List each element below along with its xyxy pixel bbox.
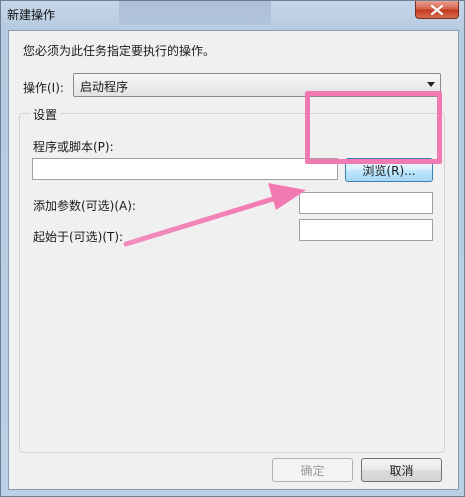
browse-button[interactable]: 浏览(R)... bbox=[345, 158, 433, 182]
start-in-label: 起始于(可选)(T): bbox=[33, 230, 124, 244]
background-window-blur bbox=[119, 1, 271, 25]
ok-button[interactable]: 确定 bbox=[272, 458, 353, 482]
cancel-button[interactable]: 取消 bbox=[361, 458, 442, 482]
close-icon bbox=[431, 4, 443, 15]
settings-group-label: 设置 bbox=[30, 106, 61, 123]
title-bar[interactable]: 新建操作 bbox=[1, 1, 464, 29]
action-dropdown[interactable]: 启动程序 bbox=[73, 73, 441, 97]
program-input[interactable] bbox=[32, 158, 338, 180]
start-in-input[interactable] bbox=[299, 219, 433, 241]
program-label: 程序或脚本(P): bbox=[33, 140, 114, 154]
args-label: 添加参数(可选)(A): bbox=[33, 199, 136, 213]
instruction-text: 您必须为此任务指定要执行的操作。 bbox=[23, 44, 216, 58]
window-title: 新建操作 bbox=[7, 8, 56, 22]
dialog-window: 新建操作 您必须为此任务指定要执行的操作。 操作(I): 启动程序 设置 程序或… bbox=[0, 0, 465, 497]
action-label: 操作(I): bbox=[23, 81, 64, 95]
args-input[interactable] bbox=[299, 192, 433, 214]
close-button[interactable] bbox=[415, 1, 459, 19]
chevron-down-icon bbox=[427, 82, 435, 87]
dialog-client-area: 您必须为此任务指定要执行的操作。 操作(I): 启动程序 设置 程序或脚本(P)… bbox=[8, 30, 459, 490]
action-dropdown-value: 启动程序 bbox=[80, 80, 129, 94]
